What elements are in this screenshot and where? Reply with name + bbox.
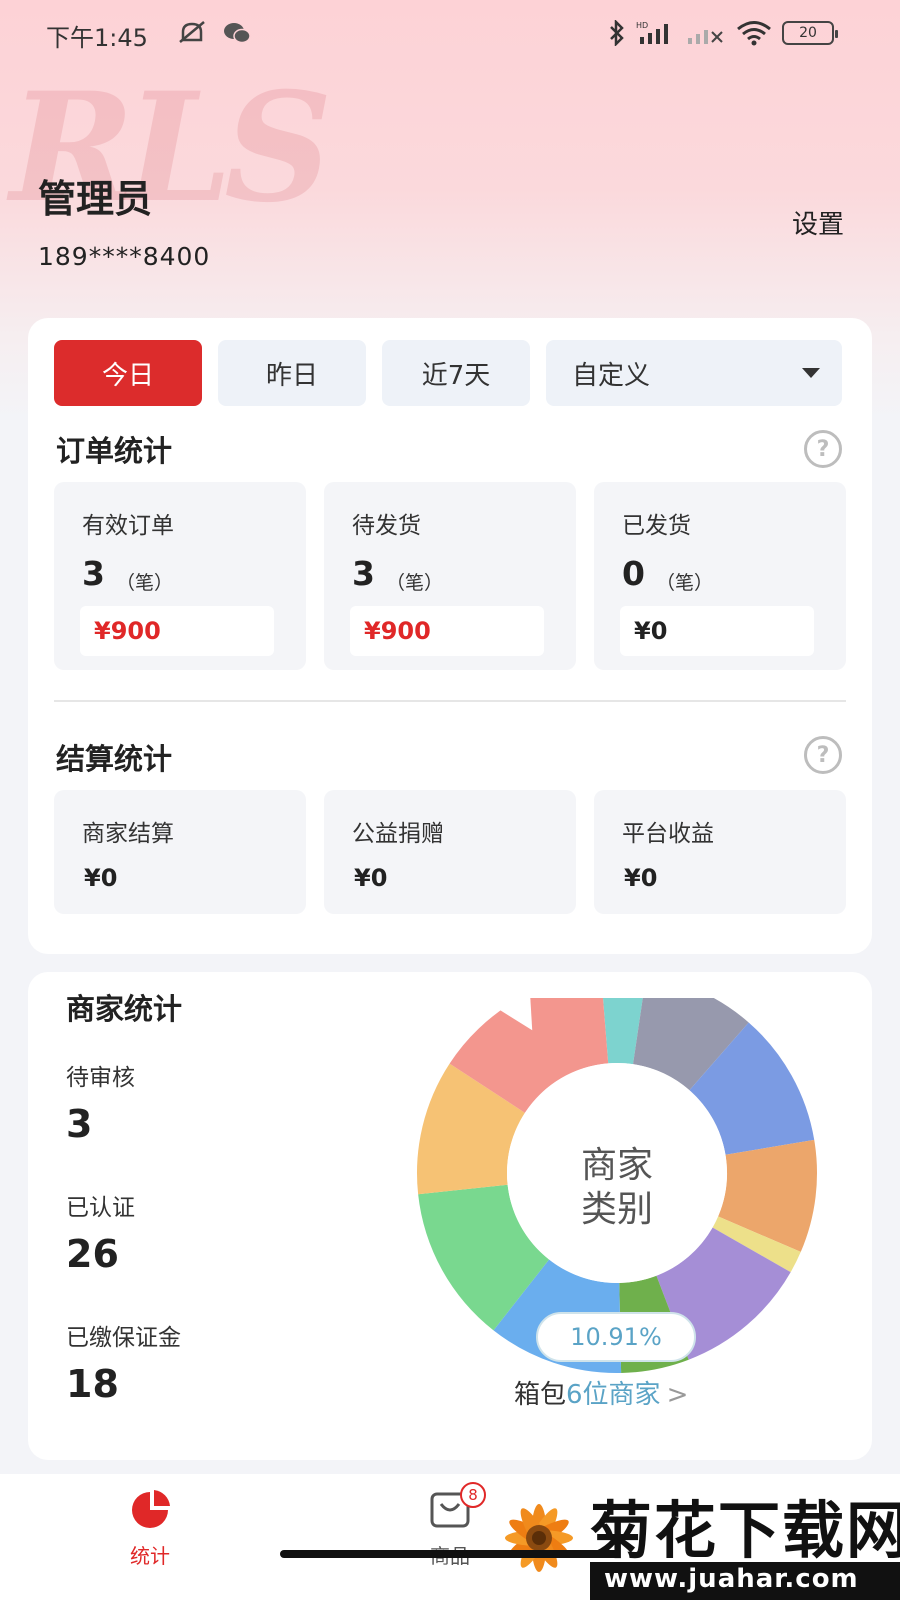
bluetooth-icon bbox=[610, 20, 624, 46]
settlement-help-icon[interactable]: ? bbox=[804, 736, 842, 774]
selected-category-line[interactable]: 箱包6位商家 > bbox=[514, 1374, 688, 1411]
nav-label-stats: 统计 bbox=[130, 1544, 170, 1568]
settings-link[interactable]: 设置 bbox=[792, 204, 844, 241]
caret-down-icon bbox=[802, 368, 820, 378]
stat-amount: ¥900 bbox=[80, 606, 274, 656]
selected-category-name: 箱包 bbox=[514, 1380, 567, 1410]
order-stat-shipped[interactable]: 已发货 0 （笔） ¥0 bbox=[594, 482, 846, 670]
settlement-stats-title: 结算统计 bbox=[56, 742, 173, 776]
tab-custom-range[interactable]: 自定义 bbox=[546, 340, 842, 406]
stat-amount: ¥0 bbox=[624, 864, 658, 892]
order-stats-row: 有效订单 3 （笔） ¥900 待发货 3 （笔） ¥900 已发货 0 （笔）… bbox=[54, 482, 846, 670]
hd-signal-icon: HD bbox=[636, 21, 668, 44]
certified-value[interactable]: 26 bbox=[66, 1232, 119, 1276]
stat-count: 3 bbox=[82, 554, 105, 593]
merchant-stats-card: 商家统计 待审核 3 已认证 26 已缴保证金 18 商家 类别 10.91% … bbox=[28, 972, 872, 1460]
wifi-icon bbox=[737, 21, 771, 46]
goods-badge: 8 bbox=[460, 1482, 486, 1508]
stat-label: 平台收益 bbox=[622, 821, 714, 847]
svg-text:HD: HD bbox=[636, 21, 648, 30]
settlement-stat-merchant[interactable]: 商家结算 ¥0 bbox=[54, 790, 306, 914]
mute-icon bbox=[179, 21, 205, 43]
stat-count: 0 bbox=[622, 554, 645, 593]
battery-icon: 20 bbox=[782, 21, 838, 45]
status-time: 下午1:45 bbox=[46, 24, 148, 52]
stat-label: 已发货 bbox=[622, 513, 691, 539]
pending-review-label: 待审核 bbox=[66, 1065, 135, 1091]
stat-unit: （笔） bbox=[656, 572, 714, 594]
site-watermark-url: www.juahar.com bbox=[604, 1564, 859, 1594]
signal-icon bbox=[688, 30, 723, 44]
merchant-stats-title: 商家统计 bbox=[66, 992, 183, 1026]
settlement-stat-platform[interactable]: 平台收益 ¥0 bbox=[594, 790, 846, 914]
stat-label: 待发货 bbox=[352, 513, 421, 539]
deposit-paid-value[interactable]: 18 bbox=[66, 1362, 119, 1406]
wechat-icon bbox=[224, 23, 251, 44]
home-indicator bbox=[280, 1550, 620, 1558]
tab-last-7-days[interactable]: 近7天 bbox=[382, 340, 530, 406]
stat-label: 商家结算 bbox=[82, 821, 174, 847]
status-icons: HD 20 bbox=[608, 18, 838, 48]
pending-review-value[interactable]: 3 bbox=[66, 1102, 92, 1146]
donut-center-label: 商家 类别 bbox=[412, 1144, 822, 1232]
tab-custom-label: 自定义 bbox=[572, 360, 651, 391]
stat-unit: （笔） bbox=[386, 572, 444, 594]
user-name: 管理员 bbox=[38, 177, 153, 221]
stat-amount: ¥0 bbox=[620, 606, 814, 656]
tab-yesterday[interactable]: 昨日 bbox=[218, 340, 366, 406]
settlement-stat-donation[interactable]: 公益捐赠 ¥0 bbox=[324, 790, 576, 914]
date-filter-tabs: 今日 昨日 近7天 自定义 bbox=[54, 340, 842, 406]
pie-chart-icon bbox=[132, 1490, 170, 1528]
chevron-right-icon: > bbox=[666, 1380, 689, 1410]
status-bar: 下午1:45 HD 20 bbox=[0, 0, 900, 66]
stat-label: 公益捐赠 bbox=[352, 821, 444, 847]
settlement-stats-row: 商家结算 ¥0 公益捐赠 ¥0 平台收益 ¥0 bbox=[54, 790, 846, 914]
order-stat-valid[interactable]: 有效订单 3 （笔） ¥900 bbox=[54, 482, 306, 670]
section-divider bbox=[54, 700, 846, 702]
selected-percent-badge: 10.91% bbox=[536, 1312, 696, 1362]
order-stats-title: 订单统计 bbox=[56, 434, 173, 468]
certified-label: 已认证 bbox=[66, 1195, 135, 1221]
tab-today[interactable]: 今日 bbox=[54, 340, 202, 406]
order-help-icon[interactable]: ? bbox=[804, 430, 842, 468]
user-phone: 189****8400 bbox=[38, 242, 211, 271]
stat-label: 有效订单 bbox=[82, 513, 174, 539]
stat-amount: ¥0 bbox=[354, 864, 388, 892]
stat-unit: （笔） bbox=[116, 572, 174, 594]
statistics-card: 今日 昨日 近7天 自定义 订单统计 ? 有效订单 3 （笔） ¥900 待发货… bbox=[28, 318, 872, 954]
nav-item-stats[interactable]: 统计 bbox=[90, 1488, 210, 1569]
order-stat-pending-ship[interactable]: 待发货 3 （笔） ¥900 bbox=[324, 482, 576, 670]
donut-center-line1: 商家 bbox=[580, 1145, 653, 1186]
site-watermark-banner: 菊花下载网 www.juahar.com bbox=[494, 1474, 900, 1600]
selected-category-link[interactable]: 6位商家 bbox=[566, 1380, 661, 1410]
stat-amount: ¥900 bbox=[350, 606, 544, 656]
site-watermark-title: 菊花下载网 bbox=[590, 1494, 900, 1567]
stat-amount: ¥0 bbox=[84, 864, 118, 892]
deposit-paid-label: 已缴保证金 bbox=[66, 1325, 181, 1351]
flower-logo-icon bbox=[505, 1504, 573, 1572]
donut-center-line2: 类别 bbox=[580, 1189, 653, 1230]
stat-count: 3 bbox=[352, 554, 375, 593]
